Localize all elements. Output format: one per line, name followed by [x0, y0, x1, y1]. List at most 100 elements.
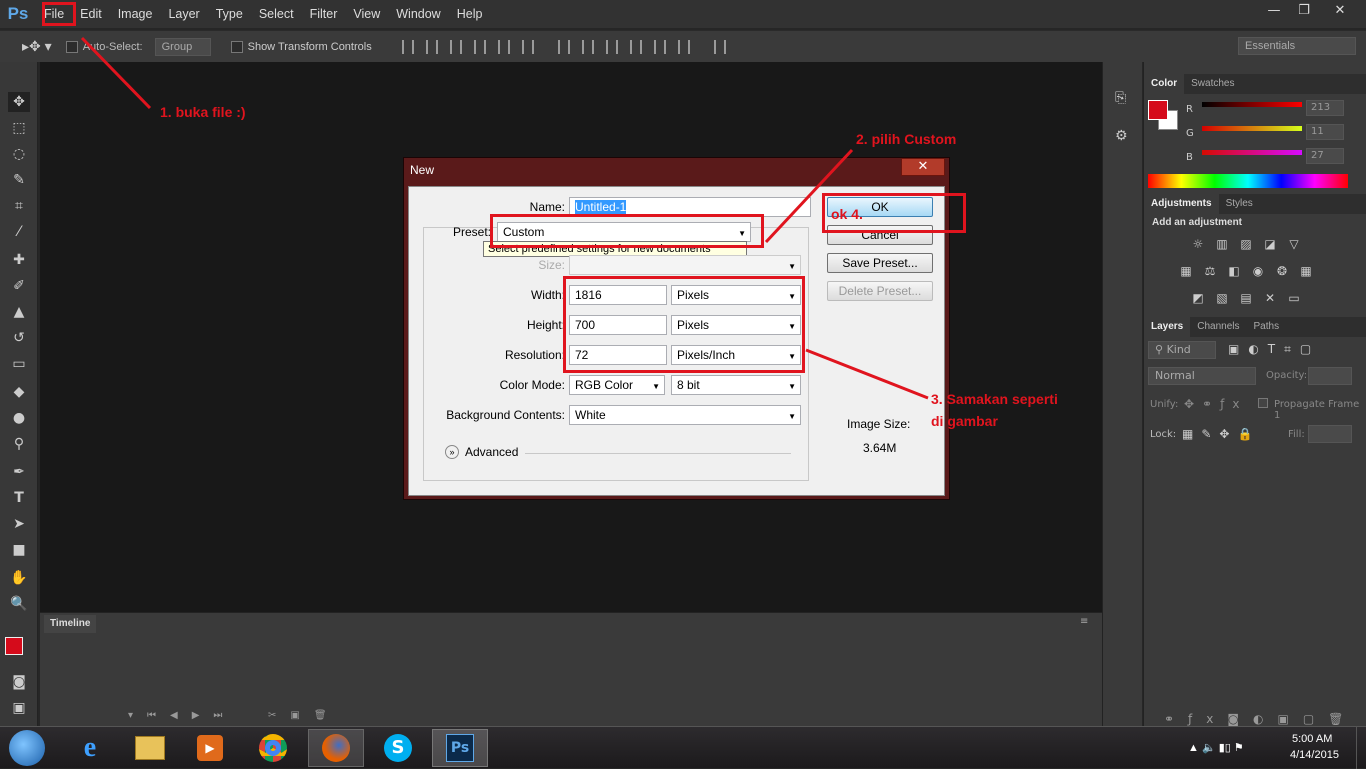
advanced-label[interactable]: Advanced [465, 445, 518, 459]
opacity-field[interactable] [1308, 367, 1352, 385]
timeline-controls[interactable]: ▾⏮◀▶⏭ [128, 710, 236, 721]
background-contents-dropdown[interactable]: White [569, 405, 801, 425]
advanced-expand-icon[interactable]: » [445, 445, 459, 459]
color-foreground-swatch[interactable] [1148, 100, 1168, 120]
timeline-tab[interactable]: Timeline [44, 615, 97, 633]
properties-panel-icon[interactable]: ⚙ [1115, 128, 1128, 144]
size-dropdown[interactable] [569, 255, 801, 275]
chrome-icon[interactable] [245, 729, 301, 767]
r-slider[interactable] [1202, 102, 1302, 107]
align-left-icon[interactable] [473, 39, 486, 54]
clock-date[interactable]: 4/14/2015 [1290, 749, 1339, 761]
black-white-icon[interactable]: ◧ [1226, 264, 1242, 278]
selective-color-icon[interactable]: ✕ [1262, 291, 1278, 305]
layer-kind-filter[interactable]: ⚲ Kind [1148, 341, 1216, 359]
firefox-icon[interactable] [308, 729, 364, 767]
vibrance-icon[interactable]: ▽ [1286, 237, 1302, 251]
brush-tool-icon[interactable]: ✐ [8, 276, 30, 296]
workspace-dropdown[interactable]: Essentials [1238, 37, 1356, 55]
propagate-checkbox[interactable] [1258, 398, 1268, 408]
clock-time[interactable]: 5:00 AM [1292, 733, 1332, 745]
tab-swatches[interactable]: Swatches [1184, 74, 1241, 94]
menu-type[interactable]: Type [208, 0, 251, 28]
unify-icons[interactable]: ✥⚭ƒx [1184, 397, 1247, 411]
distribute-left-icon[interactable] [629, 39, 642, 54]
posterize-icon[interactable]: ▧ [1214, 291, 1230, 305]
tab-layers[interactable]: Layers [1144, 317, 1191, 337]
curves-icon[interactable]: ▨ [1238, 237, 1254, 251]
r-value[interactable]: 213 [1306, 100, 1344, 116]
show-transform-checkbox[interactable] [230, 40, 243, 53]
blend-mode-dropdown[interactable]: Normal [1148, 367, 1256, 385]
history-brush-tool-icon[interactable]: ↺ [8, 328, 30, 348]
invert-icon[interactable]: ◩ [1190, 291, 1206, 305]
history-panel-icon[interactable]: ⎘ [1115, 90, 1126, 106]
blur-tool-icon[interactable]: ● [8, 408, 30, 428]
hand-tool-icon[interactable]: ✋ [8, 568, 30, 588]
menu-view[interactable]: View [345, 0, 388, 28]
crop-tool-icon[interactable]: ⌗ [8, 196, 30, 216]
eraser-tool-icon[interactable]: ▭ [8, 354, 30, 374]
distribute-bottom-icon[interactable] [605, 39, 618, 54]
type-tool-icon[interactable]: T [8, 488, 30, 508]
photoshop-taskbar-icon[interactable]: Ps [432, 729, 488, 767]
b-slider[interactable] [1202, 150, 1302, 155]
timeline-frame-icons[interactable]: ✂▣🗑 [268, 710, 341, 721]
pen-tool-icon[interactable]: ✒ [8, 462, 30, 482]
restore-button[interactable]: ❐ [1290, 2, 1318, 20]
auto-select-dropdown[interactable]: Group [154, 37, 211, 56]
menu-help[interactable]: Help [449, 0, 491, 28]
distribute-right-icon[interactable] [677, 39, 690, 54]
menu-layer[interactable]: Layer [160, 0, 207, 28]
dodge-tool-icon[interactable]: ⚲ [8, 434, 30, 454]
healing-brush-tool-icon[interactable]: ✚ [8, 250, 30, 270]
tab-channels[interactable]: Channels [1190, 317, 1246, 337]
g-slider[interactable] [1202, 126, 1302, 131]
menu-select[interactable]: Select [251, 0, 302, 28]
bit-depth-dropdown[interactable]: 8 bit [671, 375, 801, 395]
lasso-tool-icon[interactable]: ◌ [8, 144, 30, 164]
tab-adjustments[interactable]: Adjustments [1144, 194, 1219, 214]
fill-field[interactable] [1308, 425, 1352, 443]
align-vcenter-icon[interactable] [425, 39, 438, 54]
clone-stamp-tool-icon[interactable]: ▲ [8, 302, 30, 322]
media-player-icon[interactable]: ▶ [182, 729, 238, 767]
align-top-icon[interactable] [401, 39, 414, 54]
internet-explorer-icon[interactable]: e [62, 729, 118, 767]
dialog-close-button[interactable]: ✕ [901, 158, 945, 176]
color-balance-icon[interactable]: ⚖ [1202, 264, 1218, 278]
save-preset-button[interactable]: Save Preset... [827, 253, 933, 273]
g-value[interactable]: 11 [1306, 124, 1344, 140]
color-spectrum-bar[interactable] [1148, 174, 1348, 188]
menu-edit[interactable]: Edit [72, 0, 110, 28]
color-lookup-icon[interactable]: ▦ [1298, 264, 1314, 278]
exposure-icon[interactable]: ◪ [1262, 237, 1278, 251]
file-explorer-icon[interactable] [122, 729, 178, 767]
move-tool-icon[interactable]: ✥ [8, 92, 30, 112]
path-selection-tool-icon[interactable]: ➤ [8, 514, 30, 534]
menu-window[interactable]: Window [388, 0, 448, 28]
tab-paths[interactable]: Paths [1247, 317, 1287, 337]
quick-select-tool-icon[interactable]: ✎ [8, 170, 30, 190]
menu-filter[interactable]: Filter [302, 0, 346, 28]
tab-color[interactable]: Color [1144, 74, 1185, 94]
zoom-tool-icon[interactable]: 🔍 [8, 594, 30, 614]
skype-icon[interactable]: S [370, 729, 426, 767]
auto-select-checkbox[interactable] [65, 40, 78, 53]
lock-icons[interactable]: ▦✎✥🔒 [1182, 427, 1260, 441]
hue-saturation-icon[interactable]: ▦ [1178, 264, 1194, 278]
threshold-icon[interactable]: ▤ [1238, 291, 1254, 305]
quick-mask-icon[interactable]: ◙ [8, 672, 30, 692]
rectangle-tool-icon[interactable]: ■ [8, 540, 30, 560]
auto-align-icon[interactable] [713, 39, 726, 54]
eyedropper-tool-icon[interactable]: ⁄ [8, 222, 30, 242]
minimize-button[interactable]: — [1260, 2, 1288, 20]
layer-filter-icons[interactable]: ▣◐T⌗▢ [1228, 342, 1320, 357]
align-bottom-icon[interactable] [449, 39, 462, 54]
align-hcenter-icon[interactable] [497, 39, 510, 54]
align-right-icon[interactable] [521, 39, 534, 54]
b-value[interactable]: 27 [1306, 148, 1344, 164]
tab-styles[interactable]: Styles [1219, 194, 1260, 214]
distribute-hcenter-icon[interactable] [653, 39, 666, 54]
move-tool-preset-icon[interactable]: ▸✥ ▾ [22, 38, 52, 55]
